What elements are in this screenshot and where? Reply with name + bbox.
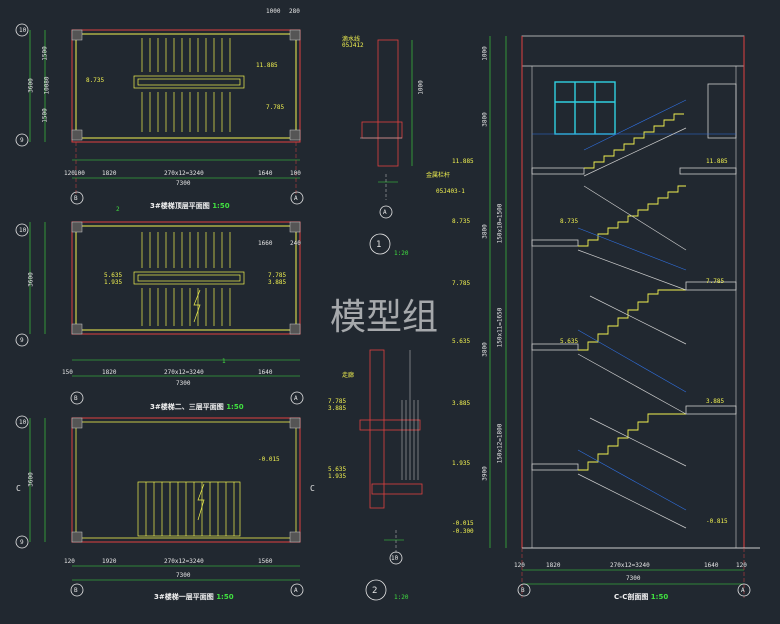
axis-bubbles bbox=[15, 23, 751, 601]
section-cc-drawing bbox=[489, 35, 760, 598]
stair-treads-1 bbox=[133, 38, 245, 132]
plan-top-floor bbox=[29, 29, 301, 196]
detail-2-drawing bbox=[359, 349, 423, 556]
stair-treads-3 bbox=[137, 481, 241, 537]
drawing-canvas bbox=[15, 23, 760, 601]
detail-1-drawing bbox=[360, 39, 413, 200]
plan-middle-floors bbox=[29, 221, 301, 377]
stair-treads-2 bbox=[133, 232, 245, 326]
plan-ground-floor bbox=[29, 417, 301, 581]
